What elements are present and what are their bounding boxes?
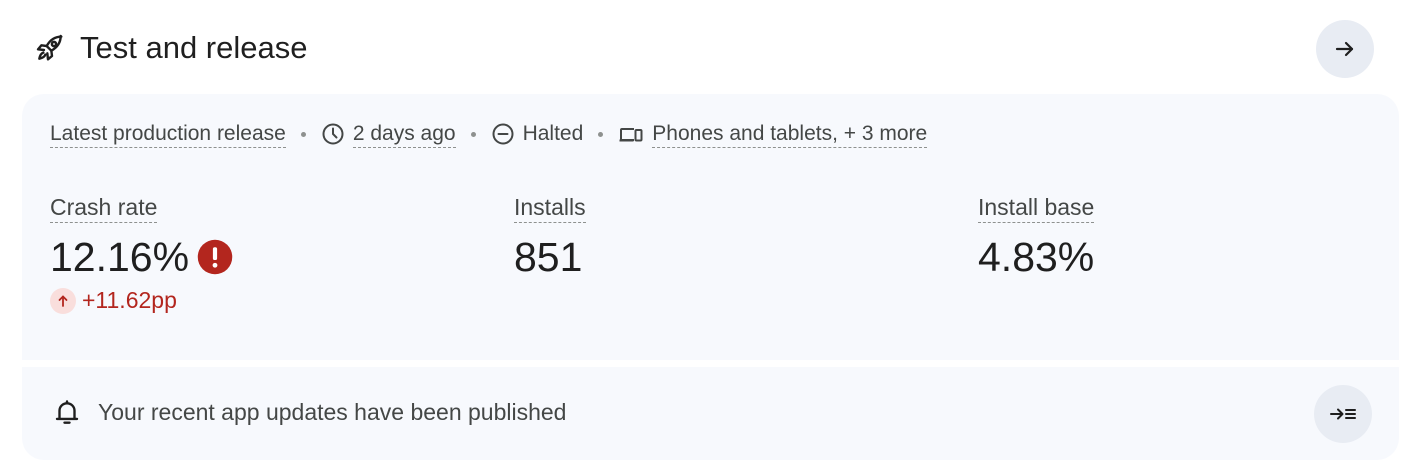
install-base-value: 4.83%: [978, 234, 1095, 280]
notification: Your recent app updates have been publis…: [52, 397, 566, 427]
expand-list-icon: [1329, 402, 1357, 426]
install-base-metric: Install base 4.83%: [978, 192, 1095, 283]
crash-rate-value: 12.16%: [50, 234, 190, 280]
release-status: Halted: [522, 122, 584, 145]
crash-rate-delta-value: +11.62pp: [82, 287, 177, 313]
crash-rate-value-row: 12.16%: [50, 231, 233, 283]
page-title: Test and release: [80, 30, 308, 65]
section-header: Test and release: [0, 0, 1417, 96]
separator-dot: [470, 131, 476, 137]
expand-notifications-button[interactable]: [1314, 385, 1372, 443]
release-card: Latest production release 2 days ago Hal…: [22, 94, 1399, 460]
error-icon[interactable]: [197, 239, 233, 275]
release-meta: Latest production release 2 days ago Hal…: [50, 118, 928, 150]
clock-icon: [321, 122, 345, 146]
rocket-icon: [34, 32, 66, 64]
release-time[interactable]: 2 days ago: [352, 121, 456, 148]
devices-link[interactable]: Phones and tablets, + 3 more: [652, 121, 928, 148]
crash-rate-metric: Crash rate 12.16% +11.62pp: [50, 192, 233, 314]
notification-text: Your recent app updates have been publis…: [98, 398, 567, 425]
halted-icon: [491, 122, 515, 146]
arrow-up-icon: [50, 287, 76, 314]
latest-release-link[interactable]: Latest production release: [50, 121, 286, 148]
separator-dot: [300, 131, 306, 137]
installs-value: 851: [514, 234, 583, 280]
devices-icon: [618, 122, 644, 146]
crash-rate-label[interactable]: Crash rate: [50, 192, 158, 223]
arrow-right-icon: [1333, 37, 1357, 61]
crash-rate-delta: +11.62pp: [50, 287, 233, 314]
notification-bar: Your recent app updates have been publis…: [22, 367, 1399, 460]
install-base-label[interactable]: Install base: [978, 192, 1095, 223]
release-summary: Latest production release 2 days ago Hal…: [22, 94, 1399, 360]
separator-dot: [598, 131, 604, 137]
bell-icon: [52, 397, 82, 427]
installs-metric: Installs 851: [514, 192, 586, 283]
open-section-button[interactable]: [1316, 20, 1374, 78]
installs-label[interactable]: Installs: [514, 192, 586, 223]
